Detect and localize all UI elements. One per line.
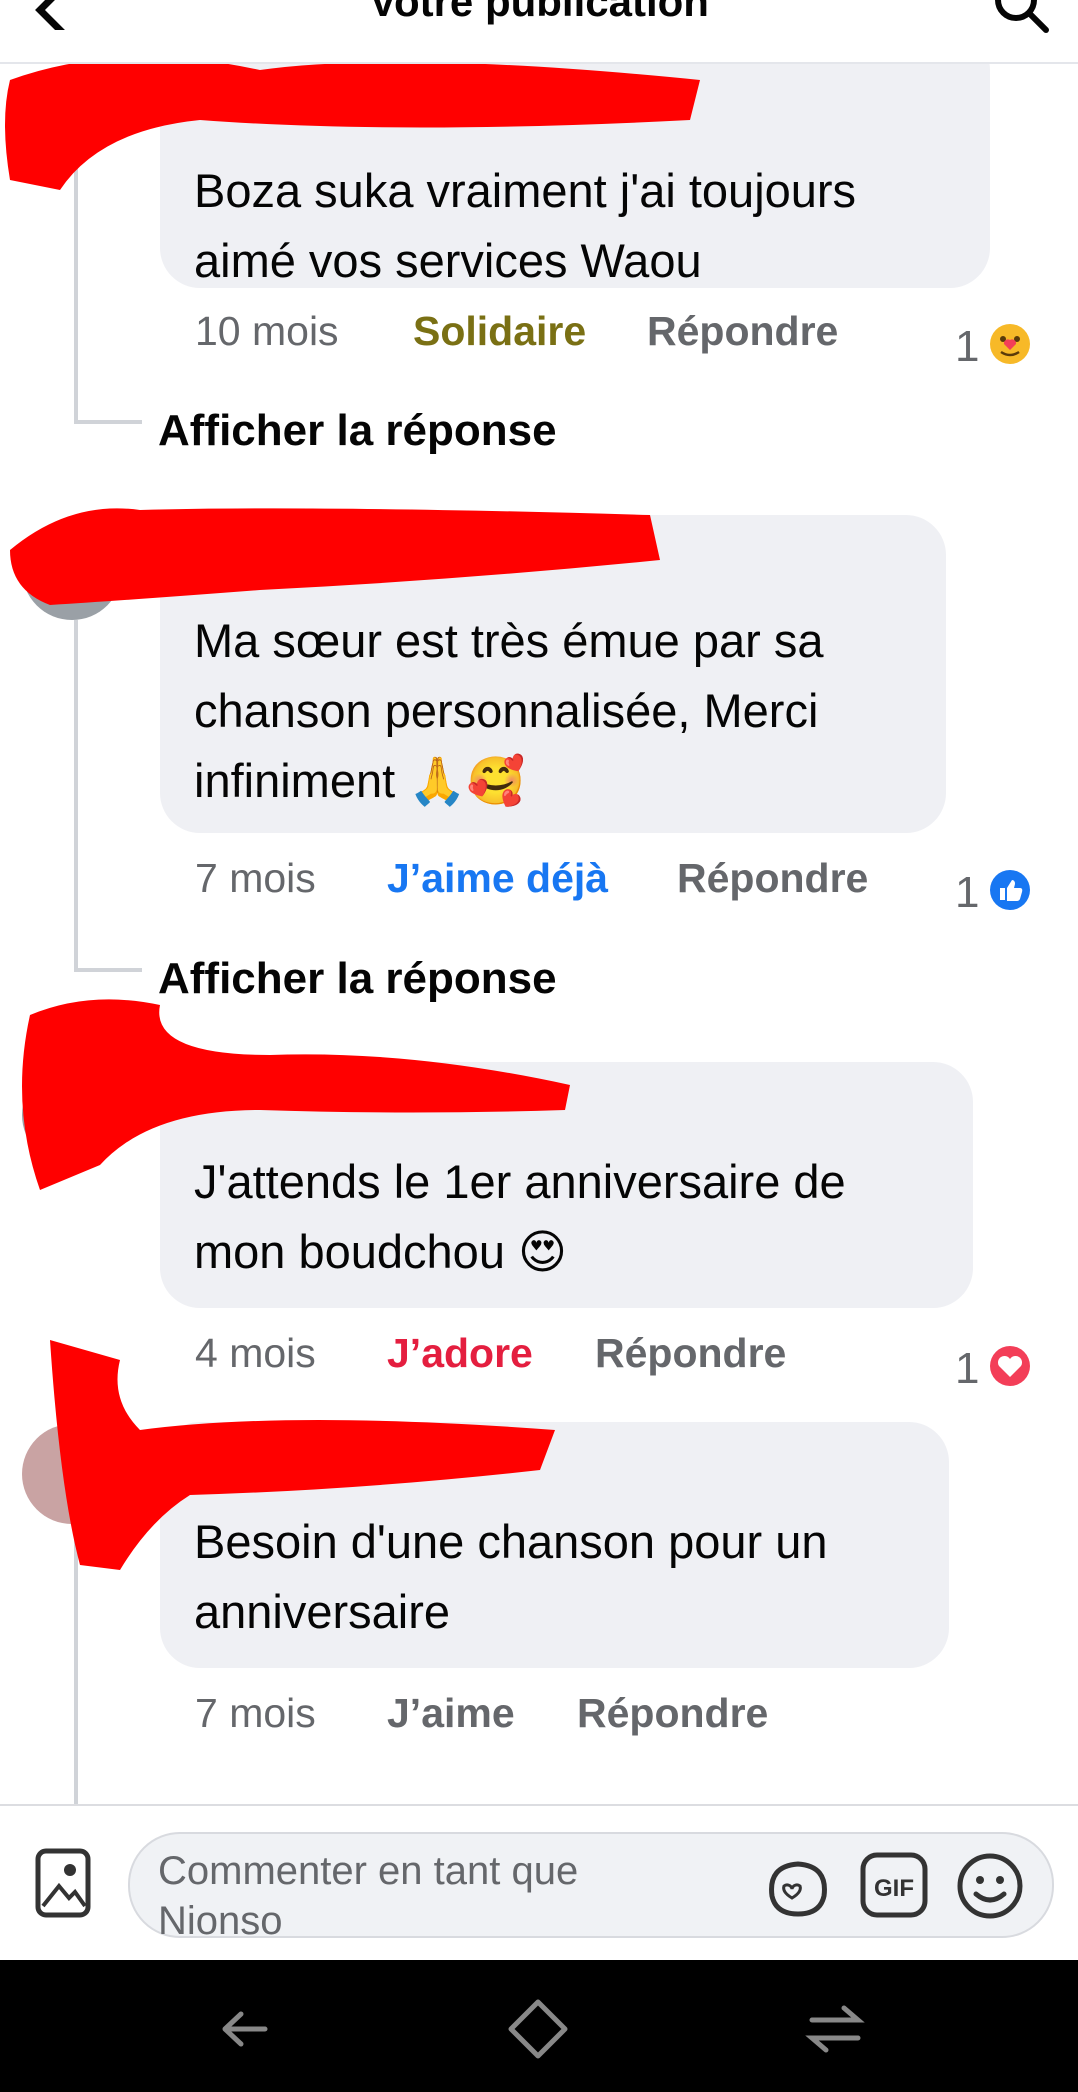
reaction-count: 1 (955, 868, 980, 917)
comment-text-line: Ma sœur est très émue par sa (194, 614, 824, 667)
page-title: Votre publication (369, 0, 709, 25)
comment-time: 10 mois (195, 308, 339, 354)
thread-line (74, 620, 78, 970)
reply-button[interactable]: Répondre (595, 1330, 786, 1377)
thread-line (74, 968, 142, 972)
reply-button[interactable]: Répondre (677, 855, 868, 902)
comment-text-line: infiniment 🙏🥰 (194, 754, 526, 807)
emoji-icon[interactable] (956, 1852, 1024, 1920)
redaction-scribble (50, 1340, 555, 1570)
system-navigation-bar (0, 1960, 1078, 2092)
comment-text-line: mon boudchou 😍 (194, 1225, 568, 1278)
like-icon (990, 870, 1030, 910)
photo-icon[interactable] (35, 1848, 91, 1918)
comment-text-line: anniversaire (194, 1585, 451, 1638)
nav-back-icon[interactable] (205, 1994, 275, 2064)
svg-text:GIF: GIF (874, 1875, 914, 1902)
comment-meta: 10 mois Solidaire Répondre (195, 308, 895, 368)
comment-text-line: chanson personnalisée, Merci (194, 684, 819, 737)
reaction-count: 1 (955, 1344, 980, 1393)
redaction-scribble (10, 508, 660, 605)
show-reply-link[interactable]: Afficher la réponse (158, 406, 557, 456)
reaction-button[interactable]: J’aime déjà (387, 855, 608, 902)
comment-input[interactable]: Commenter en tant que Nionso GIF (128, 1832, 1054, 1943)
reply-button[interactable]: Répondre (647, 308, 838, 355)
reaction-count: 1 (955, 322, 980, 371)
comment-composer: Commenter en tant que Nionso GIF (0, 1804, 1078, 1962)
top-bar: Votre publication (0, 0, 1078, 64)
reaction-button[interactable]: J’aime (387, 1690, 515, 1737)
nav-recents-icon[interactable] (800, 1994, 870, 2064)
gif-icon[interactable]: GIF (860, 1852, 928, 1918)
thread-line (74, 420, 142, 424)
search-icon[interactable] (990, 0, 1050, 34)
comment-input-placeholder: Commenter en tant que Nionso (158, 1849, 579, 1943)
care-emoji-icon (990, 324, 1030, 364)
love-icon (990, 1346, 1030, 1386)
comment-time: 7 mois (195, 1690, 316, 1736)
comment-meta: 7 mois J’aime Répondre (195, 1690, 835, 1750)
reply-button[interactable]: Répondre (577, 1690, 768, 1737)
comment-text-line: aimé vos services Waou (194, 234, 702, 287)
comment-time: 7 mois (195, 855, 316, 901)
redaction-scribble (22, 999, 570, 1190)
reaction-button[interactable]: Solidaire (413, 308, 586, 355)
avatar-sticker-icon[interactable] (762, 1856, 834, 1918)
comment-meta: 7 mois J’aime déjà Répondre (195, 855, 935, 915)
nav-home-icon[interactable] (503, 1994, 573, 2064)
